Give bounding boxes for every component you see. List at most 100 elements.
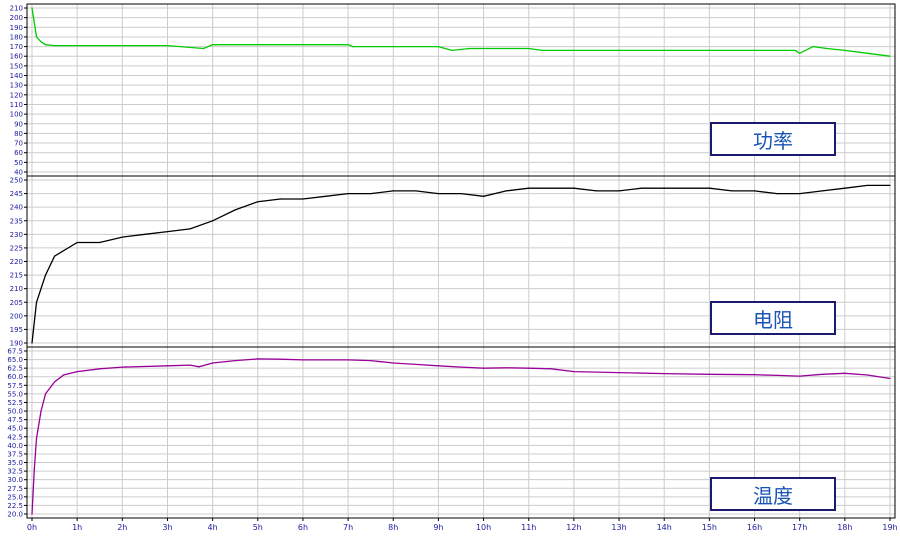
y-tick-label: 55.0: [7, 390, 23, 398]
data-point: [528, 47, 530, 50]
y-tick-label: 225: [10, 244, 23, 252]
data-point: [889, 55, 891, 57]
y-tick-label: 42.5: [7, 433, 23, 441]
y-tick-label: 27.5: [7, 485, 23, 493]
legend-power: 功率: [710, 122, 836, 156]
data-point: [257, 44, 259, 46]
data-point: [505, 190, 507, 192]
data-point: [889, 184, 891, 187]
x-tick-label: 17h: [792, 523, 807, 532]
data-point: [663, 49, 665, 52]
data-point: [279, 198, 281, 200]
y-tick-label: 57.5: [7, 382, 23, 390]
data-point: [482, 195, 485, 197]
y-tick-label: 215: [10, 272, 23, 280]
y-tick-label: 35.0: [7, 459, 23, 467]
data-point: [866, 184, 869, 187]
y-tick-label: 45.0: [7, 425, 23, 433]
data-point: [212, 362, 214, 364]
data-point: [528, 367, 530, 369]
y-tick-label: 220: [10, 258, 23, 266]
data-point: [392, 45, 394, 48]
data-point: [641, 187, 643, 189]
y-tick-label: 230: [10, 231, 23, 239]
data-point: [708, 373, 710, 375]
y-tick-label: 100: [10, 111, 23, 119]
data-point: [415, 363, 417, 365]
y-tick-label: 40: [14, 169, 23, 177]
data-point: [618, 372, 620, 374]
data-point: [44, 393, 47, 395]
legend-temperature: 温度: [710, 477, 836, 511]
data-point: [53, 255, 56, 257]
data-point: [686, 187, 688, 189]
y-tick-label: 200: [10, 312, 23, 320]
data-point: [35, 301, 38, 303]
data-point: [415, 190, 417, 192]
y-tick-label: 195: [10, 326, 23, 334]
data-point: [505, 367, 507, 369]
x-tick-label: 16h: [747, 523, 762, 532]
x-tick-label: 15h: [702, 523, 717, 532]
data-point: [189, 228, 191, 230]
data-point: [753, 374, 756, 376]
data-point: [44, 44, 47, 46]
data-point: [212, 44, 214, 46]
data-point: [76, 241, 78, 244]
data-point: [189, 364, 191, 366]
data-point: [776, 374, 778, 376]
data-point: [482, 367, 485, 369]
x-tick-label: 10h: [476, 523, 491, 532]
data-point: [482, 47, 485, 50]
y-tick-label: 235: [10, 217, 23, 225]
x-tick-label: 1h: [72, 523, 82, 532]
x-tick-label: 11h: [521, 523, 536, 532]
data-point: [866, 374, 869, 376]
x-tick-label: 6h: [298, 523, 308, 532]
series-line: [31, 7, 891, 57]
data-point: [352, 45, 354, 48]
data-point: [618, 49, 620, 52]
data-point: [663, 373, 665, 375]
data-point: [812, 45, 814, 48]
x-tick-label: 12h: [566, 523, 581, 532]
data-point: [347, 44, 349, 46]
data-point: [53, 381, 56, 383]
data-point: [708, 49, 710, 52]
data-point: [437, 365, 440, 367]
data-point: [166, 231, 169, 233]
y-tick-label: 120: [10, 91, 23, 99]
data-point: [121, 45, 123, 47]
y-tick-label: 30.0: [7, 476, 23, 484]
y-tick-label: 60.0: [7, 373, 23, 381]
y-tick-label: 140: [10, 72, 23, 80]
data-point: [53, 45, 56, 47]
data-point: [595, 190, 598, 192]
data-point: [753, 49, 756, 52]
y-tick-label: 20.0: [7, 511, 23, 519]
x-tick-label: 0h: [27, 523, 37, 532]
y-tick-label: 22.5: [7, 502, 23, 510]
data-point: [573, 49, 575, 52]
data-point: [663, 187, 665, 189]
chart-canvas: 4050607080901001101201301401501601701801…: [7, 3, 898, 532]
data-point: [121, 366, 123, 368]
data-point: [40, 41, 42, 43]
y-tick-label: 37.5: [7, 450, 23, 458]
data-point: [528, 187, 530, 189]
data-point: [826, 47, 828, 50]
data-point: [708, 187, 710, 189]
data-point: [469, 47, 471, 50]
data-point: [794, 49, 796, 52]
data-point: [234, 360, 236, 362]
legend-temperature-label: 温度: [753, 483, 793, 508]
x-tick-label: 5h: [253, 523, 263, 532]
data-point: [753, 190, 756, 192]
data-point: [347, 192, 349, 195]
data-point: [33, 468, 35, 470]
data-point: [35, 437, 38, 440]
y-tick-label: 60: [14, 149, 23, 157]
data-point: [866, 52, 869, 54]
data-point: [31, 7, 33, 9]
data-point: [573, 187, 575, 189]
